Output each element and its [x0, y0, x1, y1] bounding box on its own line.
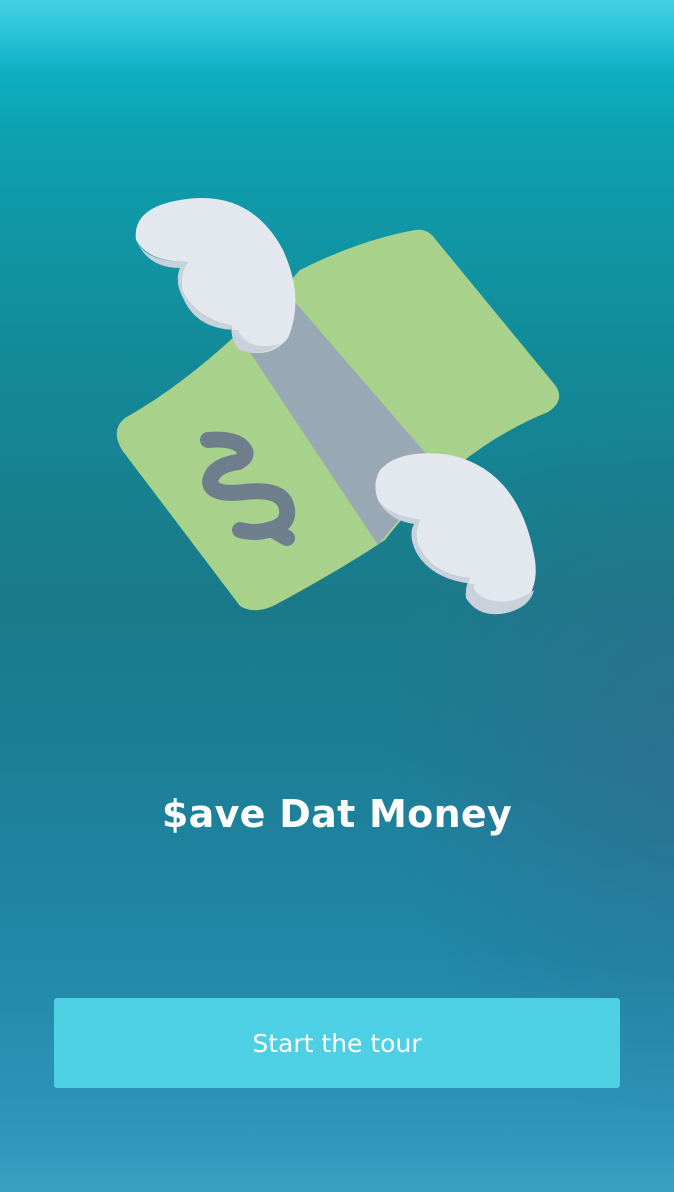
- status-bar-glow: [0, 0, 674, 70]
- flying-money-icon: [100, 180, 580, 640]
- onboarding-screen: $ave Dat Money Start the tour: [0, 0, 674, 1192]
- wing-bottom-right: [375, 453, 536, 615]
- wing-top-left: [135, 198, 296, 354]
- start-tour-button[interactable]: Start the tour: [54, 998, 620, 1088]
- page-title: $ave Dat Money: [161, 792, 513, 836]
